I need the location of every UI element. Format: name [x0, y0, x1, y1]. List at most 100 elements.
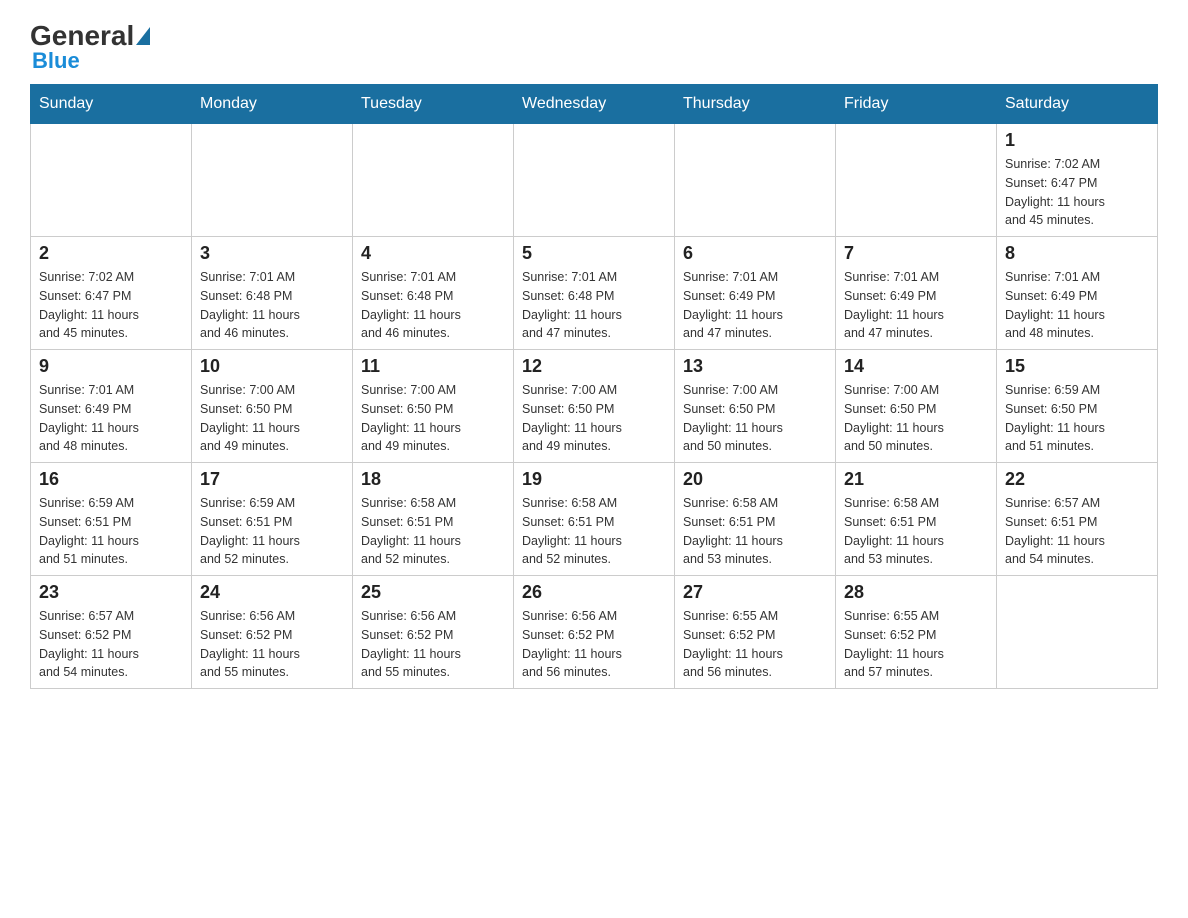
day-number: 18: [361, 469, 505, 490]
calendar-cell: 3 Sunrise: 7:01 AMSunset: 6:48 PMDaylight…: [192, 237, 353, 350]
calendar-cell: 2 Sunrise: 7:02 AMSunset: 6:47 PMDaylight…: [31, 237, 192, 350]
day-info: Sunrise: 6:55 AMSunset: 6:52 PMDaylight:…: [683, 607, 827, 682]
day-number: 3: [200, 243, 344, 264]
day-number: 24: [200, 582, 344, 603]
calendar-cell: 20 Sunrise: 6:58 AMSunset: 6:51 PMDayligh…: [675, 463, 836, 576]
day-info: Sunrise: 6:56 AMSunset: 6:52 PMDaylight:…: [361, 607, 505, 682]
day-info: Sunrise: 6:57 AMSunset: 6:51 PMDaylight:…: [1005, 494, 1149, 569]
day-info: Sunrise: 6:56 AMSunset: 6:52 PMDaylight:…: [522, 607, 666, 682]
column-header-saturday: Saturday: [997, 85, 1158, 124]
calendar-cell: [836, 124, 997, 237]
column-header-friday: Friday: [836, 85, 997, 124]
calendar-cell: [514, 124, 675, 237]
calendar-cell: 9Sunrise: 7:01 AMSunset: 6:49 PMDaylight…: [31, 350, 192, 463]
calendar-cell: 1Sunrise: 7:02 AMSunset: 6:47 PMDaylight…: [997, 124, 1158, 237]
day-info: Sunrise: 6:59 AMSunset: 6:50 PMDaylight:…: [1005, 381, 1149, 456]
calendar-cell: 11 Sunrise: 7:00 AMSunset: 6:50 PMDayligh…: [353, 350, 514, 463]
day-number: 20: [683, 469, 827, 490]
day-number: 27: [683, 582, 827, 603]
calendar-cell: 24 Sunrise: 6:56 AMSunset: 6:52 PMDayligh…: [192, 576, 353, 689]
day-number: 9: [39, 356, 183, 377]
day-number: 1: [1005, 130, 1149, 151]
day-number: 11: [361, 356, 505, 377]
calendar-cell: 21 Sunrise: 6:58 AMSunset: 6:51 PMDayligh…: [836, 463, 997, 576]
calendar-cell: 16 Sunrise: 6:59 AMSunset: 6:51 PMDayligh…: [31, 463, 192, 576]
day-info: Sunrise: 7:01 AMSunset: 6:48 PMDaylight:…: [522, 268, 666, 343]
day-info: Sunrise: 7:00 AMSunset: 6:50 PMDaylight:…: [522, 381, 666, 456]
calendar-cell: 22Sunrise: 6:57 AMSunset: 6:51 PMDayligh…: [997, 463, 1158, 576]
day-info: Sunrise: 7:00 AMSunset: 6:50 PMDaylight:…: [200, 381, 344, 456]
day-number: 13: [683, 356, 827, 377]
day-info: Sunrise: 7:01 AMSunset: 6:49 PMDaylight:…: [1005, 268, 1149, 343]
calendar-cell: 5 Sunrise: 7:01 AMSunset: 6:48 PMDaylight…: [514, 237, 675, 350]
day-number: 16: [39, 469, 183, 490]
day-info: Sunrise: 6:58 AMSunset: 6:51 PMDaylight:…: [683, 494, 827, 569]
day-info: Sunrise: 6:56 AMSunset: 6:52 PMDaylight:…: [200, 607, 344, 682]
day-number: 14: [844, 356, 988, 377]
calendar-cell: 4 Sunrise: 7:01 AMSunset: 6:48 PMDaylight…: [353, 237, 514, 350]
calendar-table: SundayMondayTuesdayWednesdayThursdayFrid…: [30, 84, 1158, 689]
calendar-week-3: 9Sunrise: 7:01 AMSunset: 6:49 PMDaylight…: [31, 350, 1158, 463]
day-info: Sunrise: 7:01 AMSunset: 6:48 PMDaylight:…: [361, 268, 505, 343]
day-number: 7: [844, 243, 988, 264]
day-number: 21: [844, 469, 988, 490]
calendar-cell: 23Sunrise: 6:57 AMSunset: 6:52 PMDayligh…: [31, 576, 192, 689]
calendar-cell: [997, 576, 1158, 689]
column-header-sunday: Sunday: [31, 85, 192, 124]
day-info: Sunrise: 7:01 AMSunset: 6:49 PMDaylight:…: [844, 268, 988, 343]
calendar-cell: 15 Sunrise: 6:59 AMSunset: 6:50 PMDayligh…: [997, 350, 1158, 463]
day-info: Sunrise: 7:00 AMSunset: 6:50 PMDaylight:…: [683, 381, 827, 456]
calendar-cell: 7 Sunrise: 7:01 AMSunset: 6:49 PMDaylight…: [836, 237, 997, 350]
calendar-week-2: 2 Sunrise: 7:02 AMSunset: 6:47 PMDaylight…: [31, 237, 1158, 350]
logo-triangle-icon: [136, 27, 150, 45]
day-number: 28: [844, 582, 988, 603]
logo-blue-text: Blue: [32, 48, 80, 74]
column-header-monday: Monday: [192, 85, 353, 124]
column-header-thursday: Thursday: [675, 85, 836, 124]
day-number: 6: [683, 243, 827, 264]
day-info: Sunrise: 7:00 AMSunset: 6:50 PMDaylight:…: [844, 381, 988, 456]
calendar-cell: [192, 124, 353, 237]
day-info: Sunrise: 7:00 AMSunset: 6:50 PMDaylight:…: [361, 381, 505, 456]
calendar-cell: 28 Sunrise: 6:55 AMSunset: 6:52 PMDayligh…: [836, 576, 997, 689]
calendar-week-5: 23Sunrise: 6:57 AMSunset: 6:52 PMDayligh…: [31, 576, 1158, 689]
calendar-cell: 19 Sunrise: 6:58 AMSunset: 6:51 PMDayligh…: [514, 463, 675, 576]
day-number: 12: [522, 356, 666, 377]
day-info: Sunrise: 6:58 AMSunset: 6:51 PMDaylight:…: [844, 494, 988, 569]
day-number: 2: [39, 243, 183, 264]
day-info: Sunrise: 6:57 AMSunset: 6:52 PMDaylight:…: [39, 607, 183, 682]
day-info: Sunrise: 7:01 AMSunset: 6:48 PMDaylight:…: [200, 268, 344, 343]
calendar-cell: 13 Sunrise: 7:00 AMSunset: 6:50 PMDayligh…: [675, 350, 836, 463]
calendar-cell: 6Sunrise: 7:01 AMSunset: 6:49 PMDaylight…: [675, 237, 836, 350]
day-info: Sunrise: 6:58 AMSunset: 6:51 PMDaylight:…: [522, 494, 666, 569]
day-number: 15: [1005, 356, 1149, 377]
calendar-cell: 26 Sunrise: 6:56 AMSunset: 6:52 PMDayligh…: [514, 576, 675, 689]
calendar-week-1: 1Sunrise: 7:02 AMSunset: 6:47 PMDaylight…: [31, 124, 1158, 237]
day-info: Sunrise: 6:55 AMSunset: 6:52 PMDaylight:…: [844, 607, 988, 682]
calendar-cell: 12 Sunrise: 7:00 AMSunset: 6:50 PMDayligh…: [514, 350, 675, 463]
calendar-cell: 25Sunrise: 6:56 AMSunset: 6:52 PMDayligh…: [353, 576, 514, 689]
calendar-header-row: SundayMondayTuesdayWednesdayThursdayFrid…: [31, 85, 1158, 124]
day-number: 4: [361, 243, 505, 264]
day-number: 5: [522, 243, 666, 264]
day-number: 19: [522, 469, 666, 490]
day-info: Sunrise: 6:59 AMSunset: 6:51 PMDaylight:…: [39, 494, 183, 569]
calendar-cell: 14 Sunrise: 7:00 AMSunset: 6:50 PMDayligh…: [836, 350, 997, 463]
calendar-week-4: 16 Sunrise: 6:59 AMSunset: 6:51 PMDayligh…: [31, 463, 1158, 576]
day-number: 17: [200, 469, 344, 490]
calendar-cell: [353, 124, 514, 237]
calendar-cell: [31, 124, 192, 237]
day-info: Sunrise: 6:59 AMSunset: 6:51 PMDaylight:…: [200, 494, 344, 569]
calendar-cell: 18 Sunrise: 6:58 AMSunset: 6:51 PMDayligh…: [353, 463, 514, 576]
day-number: 26: [522, 582, 666, 603]
calendar-cell: 17 Sunrise: 6:59 AMSunset: 6:51 PMDayligh…: [192, 463, 353, 576]
logo: General Blue: [30, 20, 152, 74]
column-header-tuesday: Tuesday: [353, 85, 514, 124]
day-info: Sunrise: 6:58 AMSunset: 6:51 PMDaylight:…: [361, 494, 505, 569]
calendar-cell: 10 Sunrise: 7:00 AMSunset: 6:50 PMDayligh…: [192, 350, 353, 463]
day-info: Sunrise: 7:02 AMSunset: 6:47 PMDaylight:…: [39, 268, 183, 343]
page-header: General Blue: [30, 20, 1158, 74]
calendar-cell: 27 Sunrise: 6:55 AMSunset: 6:52 PMDayligh…: [675, 576, 836, 689]
day-number: 10: [200, 356, 344, 377]
calendar-cell: [675, 124, 836, 237]
